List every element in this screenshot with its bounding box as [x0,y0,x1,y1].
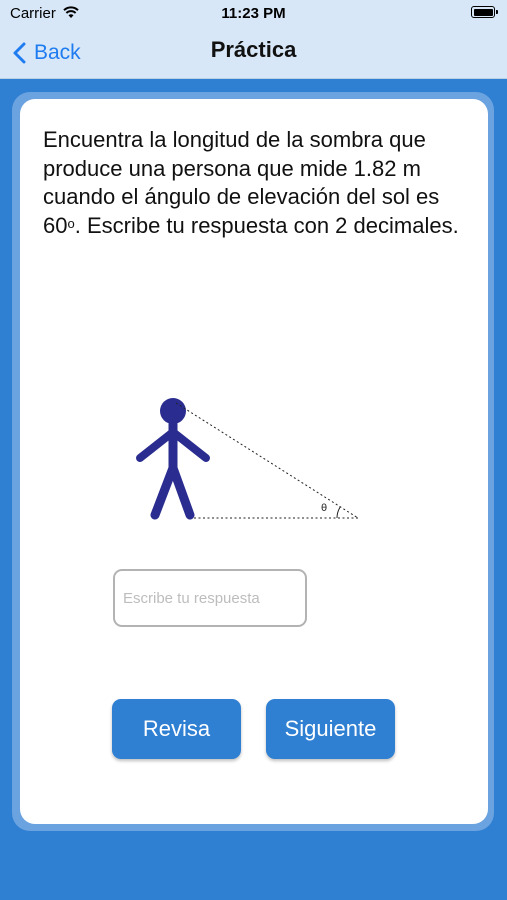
degree-symbol: o [67,215,75,231]
angle-label: θ [321,503,327,514]
angle-arc [336,506,341,519]
page-title: Práctica [210,37,297,62]
exercise-card: Encuentra la longitud de la sombra que p… [20,99,488,824]
check-button[interactable]: Revisa [112,699,241,759]
shadow-diagram: θ [136,398,359,520]
question-text-after: . Escribe tu respuesta con 2 decimales. [74,212,459,238]
battery-icon [471,6,498,18]
question-text: Encuentra la longitud de la sombra que p… [43,126,473,240]
status-bar: Carrier 11:23 PM [0,0,507,28]
status-time: 11:23 PM [221,5,286,22]
answer-input[interactable] [113,569,307,627]
next-button[interactable]: Siguiente [266,699,395,759]
navigation-bar: Back Práctica [0,28,507,79]
